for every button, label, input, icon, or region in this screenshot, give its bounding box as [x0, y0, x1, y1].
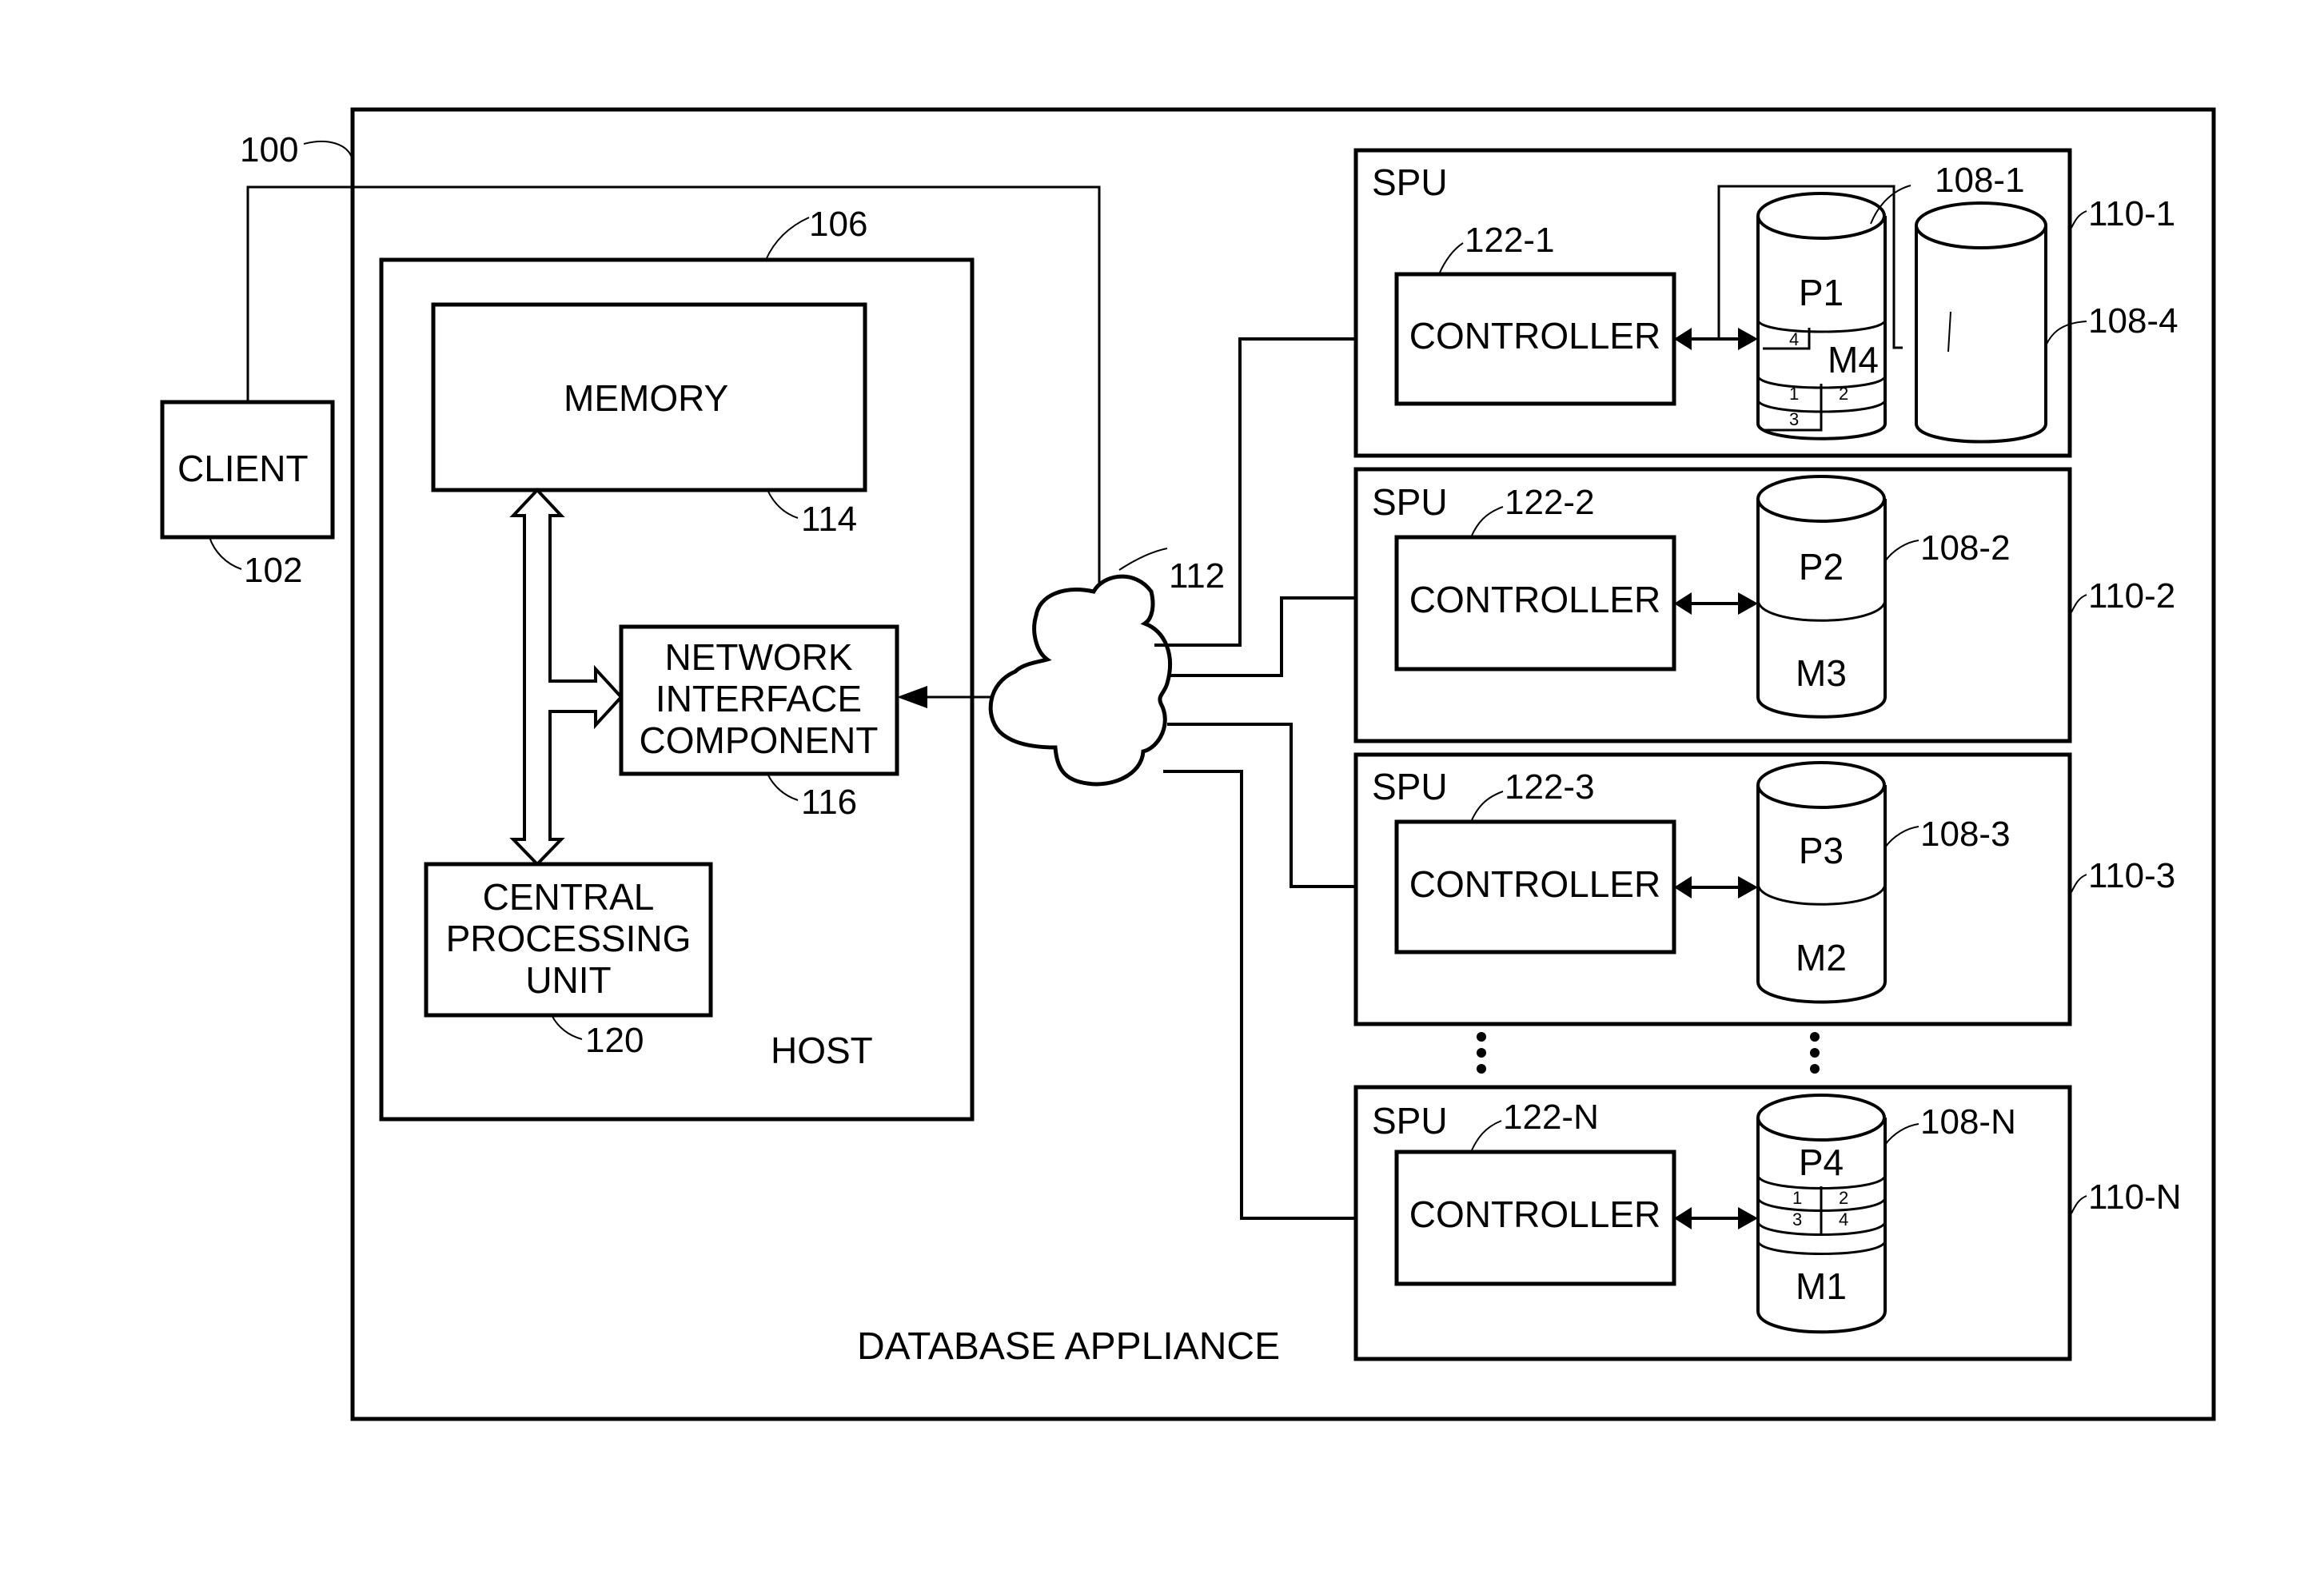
spu-1-mirror-label: M4 — [1828, 339, 1879, 381]
host-label: HOST — [771, 1030, 873, 1071]
spu-1-extra-disk-ref: 108-4 — [2088, 301, 2179, 341]
spu-2-mirror-label: M3 — [1796, 652, 1847, 694]
spu-1-extra-disk-top — [1915, 201, 2047, 249]
spu-2-primary-label: P2 — [1799, 546, 1844, 588]
cpu-label-line3: UNIT — [525, 959, 611, 1001]
spu-2: SPU CONTROLLER 122-2 P2 M3 108-2 110-2 — [1353, 467, 2175, 743]
spu-n-disk-ref: 108-N — [1920, 1102, 2016, 1142]
spu-3-controller-ref: 122-3 — [1505, 767, 1595, 807]
spu-n-primary-label: P4 — [1799, 1142, 1844, 1183]
spu-1-segment-3: 3 — [1789, 409, 1799, 429]
spu-1-primary-label: P1 — [1799, 272, 1844, 313]
spu-2-ref: 110-2 — [2088, 576, 2175, 616]
spu-2-controller-ref: 122-2 — [1505, 483, 1595, 522]
spu-3-primary-label: P3 — [1799, 830, 1844, 871]
appliance-ref: 100 — [240, 130, 298, 169]
spu-1-controller-label: CONTROLLER — [1409, 315, 1660, 357]
spu-n-disk-top — [1756, 1094, 1886, 1142]
spu-1: SPU CONTROLLER 122-1 P1 M4 4 1 2 3 108-1… — [1353, 148, 2179, 458]
client-ref: 102 — [244, 551, 302, 590]
spu-3-disk-ref: 108-3 — [1920, 815, 2011, 854]
spu-3-ref: 110-3 — [2088, 856, 2175, 895]
spu-n-label: SPU — [1372, 1100, 1448, 1142]
spu-1-segment-1: 1 — [1789, 384, 1799, 404]
spu-n-mirror-label: M1 — [1796, 1265, 1847, 1307]
spu-1-segment-2: 2 — [1839, 384, 1848, 404]
client-ref-leader — [209, 536, 242, 570]
spu-1-disk-top — [1756, 192, 1886, 240]
spu-2-label: SPU — [1372, 481, 1448, 523]
client-label: CLIENT — [177, 448, 309, 489]
spu-2-disk-ref: 108-2 — [1920, 528, 2011, 568]
spu-n-ref: 110-N — [2088, 1178, 2182, 1217]
spu-3-disk-top — [1756, 761, 1886, 809]
spu-n-segment-3: 3 — [1792, 1209, 1802, 1229]
database-appliance-diagram: DATABASE APPLIANCE 100 CLIENT 102 106 HO… — [160, 107, 2216, 1421]
appliance-ref-leader — [303, 140, 353, 161]
database-appliance-label: DATABASE APPLIANCE — [857, 1325, 1280, 1368]
host-ref: 106 — [809, 205, 867, 244]
spu-n-controller-ref: 122-N — [1503, 1098, 1599, 1137]
spu-1-segment-4: 4 — [1789, 329, 1799, 349]
spu-1-controller-ref: 122-1 — [1465, 221, 1555, 260]
spu-3: SPU CONTROLLER 122-3 P3 M2 108-3 110-3 — [1353, 752, 2175, 1026]
network-ref: 112 — [1169, 556, 1225, 596]
nic-label-line1: NETWORK — [664, 636, 852, 678]
spu-3-controller-label: CONTROLLER — [1409, 863, 1660, 905]
spu-n: SPU CONTROLLER 122-N P4 1 2 3 4 M1 108-N… — [1353, 1085, 2182, 1361]
spu-n-segment-2: 2 — [1839, 1188, 1848, 1208]
cpu-ref: 120 — [585, 1021, 644, 1060]
cpu-label-line1: CENTRAL — [483, 876, 655, 918]
memory-ref: 114 — [801, 500, 857, 539]
spu-n-segment-1: 1 — [1792, 1188, 1802, 1208]
continuation-dots-disks — [1810, 1032, 1820, 1074]
spu-3-mirror-label: M2 — [1796, 937, 1847, 978]
spu-1-disk-ref: 108-1 — [1935, 161, 2025, 200]
spu-1-extra-disk-body — [1915, 225, 2047, 444]
memory-label: MEMORY — [564, 377, 728, 419]
spu-2-controller-label: CONTROLLER — [1409, 579, 1660, 620]
nic-ref: 116 — [801, 783, 857, 822]
nic-label-line2: INTERFACE — [656, 678, 862, 719]
continuation-dots-controllers — [1477, 1032, 1486, 1074]
nic-label-line3: COMPONENT — [640, 719, 879, 761]
cpu-label-line2: PROCESSING — [446, 918, 692, 959]
spu-3-label: SPU — [1372, 766, 1448, 807]
spu-1-label: SPU — [1372, 161, 1448, 203]
spu-2-disk-top — [1756, 475, 1886, 523]
spu-n-segment-4: 4 — [1839, 1209, 1848, 1229]
spu-n-controller-label: CONTROLLER — [1409, 1193, 1660, 1235]
spu-1-ref: 110-1 — [2088, 194, 2175, 233]
